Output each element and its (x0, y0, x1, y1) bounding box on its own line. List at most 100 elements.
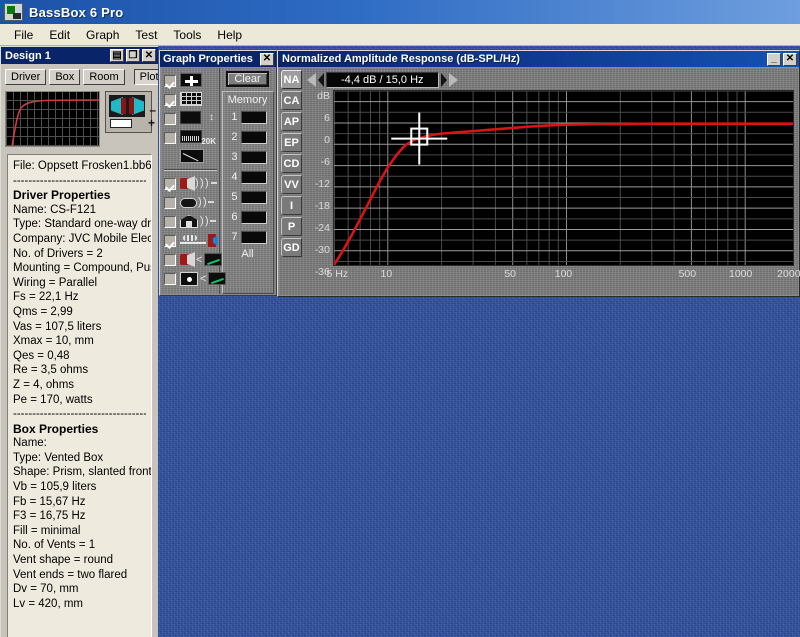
menu-item-help[interactable]: Help (209, 26, 250, 44)
option-measured-curve[interactable]: < (164, 269, 227, 288)
option-vertical-scale[interactable]: ↕ (164, 109, 219, 128)
measured-curve-checkbox[interactable] (164, 272, 176, 285)
prev-step-icon[interactable] (318, 73, 324, 87)
option-grid[interactable] (164, 90, 219, 109)
design-preview-row: – + (5, 91, 156, 147)
tab-p[interactable]: P (281, 217, 302, 236)
menu-item-test[interactable]: Test (127, 26, 165, 44)
tab-ca[interactable]: CA (281, 91, 302, 110)
memory-row-2[interactable]: 2 (223, 127, 273, 147)
grid-checkbox[interactable] (164, 93, 176, 106)
vent-radiating-icon: ) ) (180, 195, 214, 210)
memory-row-3[interactable]: 3 (223, 147, 273, 167)
graph-close-button[interactable]: ✕ (783, 52, 797, 66)
option-filter-network[interactable] (164, 231, 219, 250)
prev-page-icon[interactable] (307, 73, 316, 87)
x-tick-2000: 2000 (777, 268, 800, 280)
memory-swatch-1[interactable] (240, 110, 267, 124)
next-page-icon[interactable] (448, 73, 458, 87)
driver-magnet-right (129, 98, 134, 114)
tab-ep[interactable]: EP (281, 133, 302, 152)
box-prop-fill: Fill = minimal (13, 524, 81, 537)
y-axis-title: dB (317, 90, 330, 102)
design-close-button[interactable]: ✕ (142, 49, 156, 62)
menu-item-graph[interactable]: Graph (78, 26, 127, 44)
tab-na[interactable]: NA (281, 70, 302, 89)
filter-network-checkbox[interactable] (164, 234, 176, 247)
divider-2: ---------------------------------------- (13, 408, 146, 421)
memory-swatch-6[interactable] (240, 210, 267, 224)
graph-properties-close-button[interactable]: ✕ (260, 52, 274, 66)
graph-minimize-button[interactable]: _ (767, 52, 781, 66)
menu-item-file[interactable]: File (6, 26, 41, 44)
memory-all-button[interactable]: All (223, 248, 273, 260)
design-copy-button[interactable]: ❐ (126, 49, 140, 62)
vent-response-checkbox[interactable] (164, 196, 176, 209)
box-prop-vent-count: No. of Vents = 1 (13, 539, 96, 552)
enclosure-diagram-icon[interactable]: – + (105, 91, 156, 133)
frequency-range-20k-checkbox[interactable] (164, 131, 176, 144)
vertical-scale-checkbox[interactable] (164, 112, 176, 125)
tab-plot[interactable]: Plot (133, 69, 158, 85)
memory-swatch-4[interactable] (240, 170, 267, 184)
slope-icon (180, 149, 216, 164)
polarity-plus-icon: + (147, 116, 155, 130)
driver-properties-heading: Driver Properties (13, 188, 111, 203)
driver-prop-mounting: Mounting = Compound, Push (13, 262, 152, 275)
clear-button[interactable]: Clear (226, 71, 269, 87)
option-room-response[interactable]: ) ) (164, 212, 219, 231)
memory-row-4[interactable]: 4 (223, 167, 273, 187)
driver-prop-company: Company: JVC Mobile Electr (13, 232, 152, 245)
tab-cd[interactable]: CD (281, 154, 302, 173)
frequency-20k-icon: 20K (180, 130, 216, 146)
box-prop-vb: Vb = 105,9 liters (13, 481, 97, 494)
memory-swatch-3[interactable] (240, 150, 267, 164)
tab-gd[interactable]: GD (281, 238, 302, 257)
option-vent-response[interactable]: ) ) (164, 193, 219, 212)
memory-label: Memory (227, 94, 268, 106)
curve-type-rail: NA CA AP EP CD VV I P GD (279, 68, 304, 295)
tab-ap[interactable]: AP (281, 112, 302, 131)
memory-row-6[interactable]: 6 (223, 207, 273, 227)
speaker-radiating-icon: ))) (180, 176, 217, 191)
option-frequency-range-20k[interactable]: 20K (164, 128, 219, 147)
y-tick-6: 6 (324, 112, 330, 124)
y-axis-tick-labels: dB 6 0 -6 -12 -18 -24 -30 -36 (307, 90, 331, 278)
option-crosshair-cursor[interactable] (164, 71, 219, 90)
tab-room[interactable]: Room (83, 69, 125, 85)
y-tick--18: -18 (314, 200, 330, 212)
memory-swatch-5[interactable] (240, 190, 267, 204)
cursor-readout-row: -4,4 dB / 15,0 Hz (307, 72, 458, 88)
driver-response-checkbox[interactable] (164, 177, 176, 190)
memory-swatch-2[interactable] (240, 130, 267, 144)
memory-row-1[interactable]: 1 (223, 107, 273, 127)
option-speaker-curve[interactable]: < (164, 250, 223, 269)
tab-box[interactable]: Box (49, 69, 81, 85)
next-step-icon[interactable] (440, 73, 447, 87)
box-prop-fb: Fb = 15,67 Hz (13, 495, 86, 508)
tab-driver[interactable]: Driver (5, 69, 47, 85)
menu-item-tools[interactable]: Tools (165, 26, 209, 44)
graph-window-title: Normalized Amplitude Response (dB-SPL/Hz… (282, 53, 520, 65)
option-driver-response[interactable]: ))) (164, 174, 219, 193)
design-window-title-bar[interactable]: Design 1 ▤ ❐ ✕ (1, 47, 158, 64)
memory-swatch-7[interactable] (240, 230, 267, 244)
menu-item-edit[interactable]: Edit (41, 26, 78, 44)
room-response-checkbox[interactable] (164, 215, 176, 228)
response-plot[interactable] (333, 90, 794, 266)
speaker-curve-checkbox[interactable] (164, 253, 176, 266)
option-slope-tool[interactable] (164, 147, 219, 166)
tab-i[interactable]: I (281, 196, 302, 215)
house-radiating-icon: ) ) (180, 214, 216, 229)
crossover-coil-icon (180, 233, 218, 248)
memory-row-5[interactable]: 5 (223, 187, 273, 207)
crosshair-cursor-checkbox[interactable] (164, 74, 176, 87)
tab-vv[interactable]: VV (281, 175, 302, 194)
design-save-button[interactable]: ▤ (110, 49, 124, 62)
driver-prop-z: Z = 4, ohms (13, 378, 75, 391)
memory-index-2: 2 (231, 131, 238, 143)
memory-row-7[interactable]: 7 (223, 227, 273, 247)
design-preview-graph[interactable] (5, 91, 100, 147)
graph-window-title-bar[interactable]: Normalized Amplitude Response (dB-SPL/Hz… (278, 51, 799, 67)
graph-properties-title-bar[interactable]: Graph Properties ✕ (160, 51, 276, 67)
